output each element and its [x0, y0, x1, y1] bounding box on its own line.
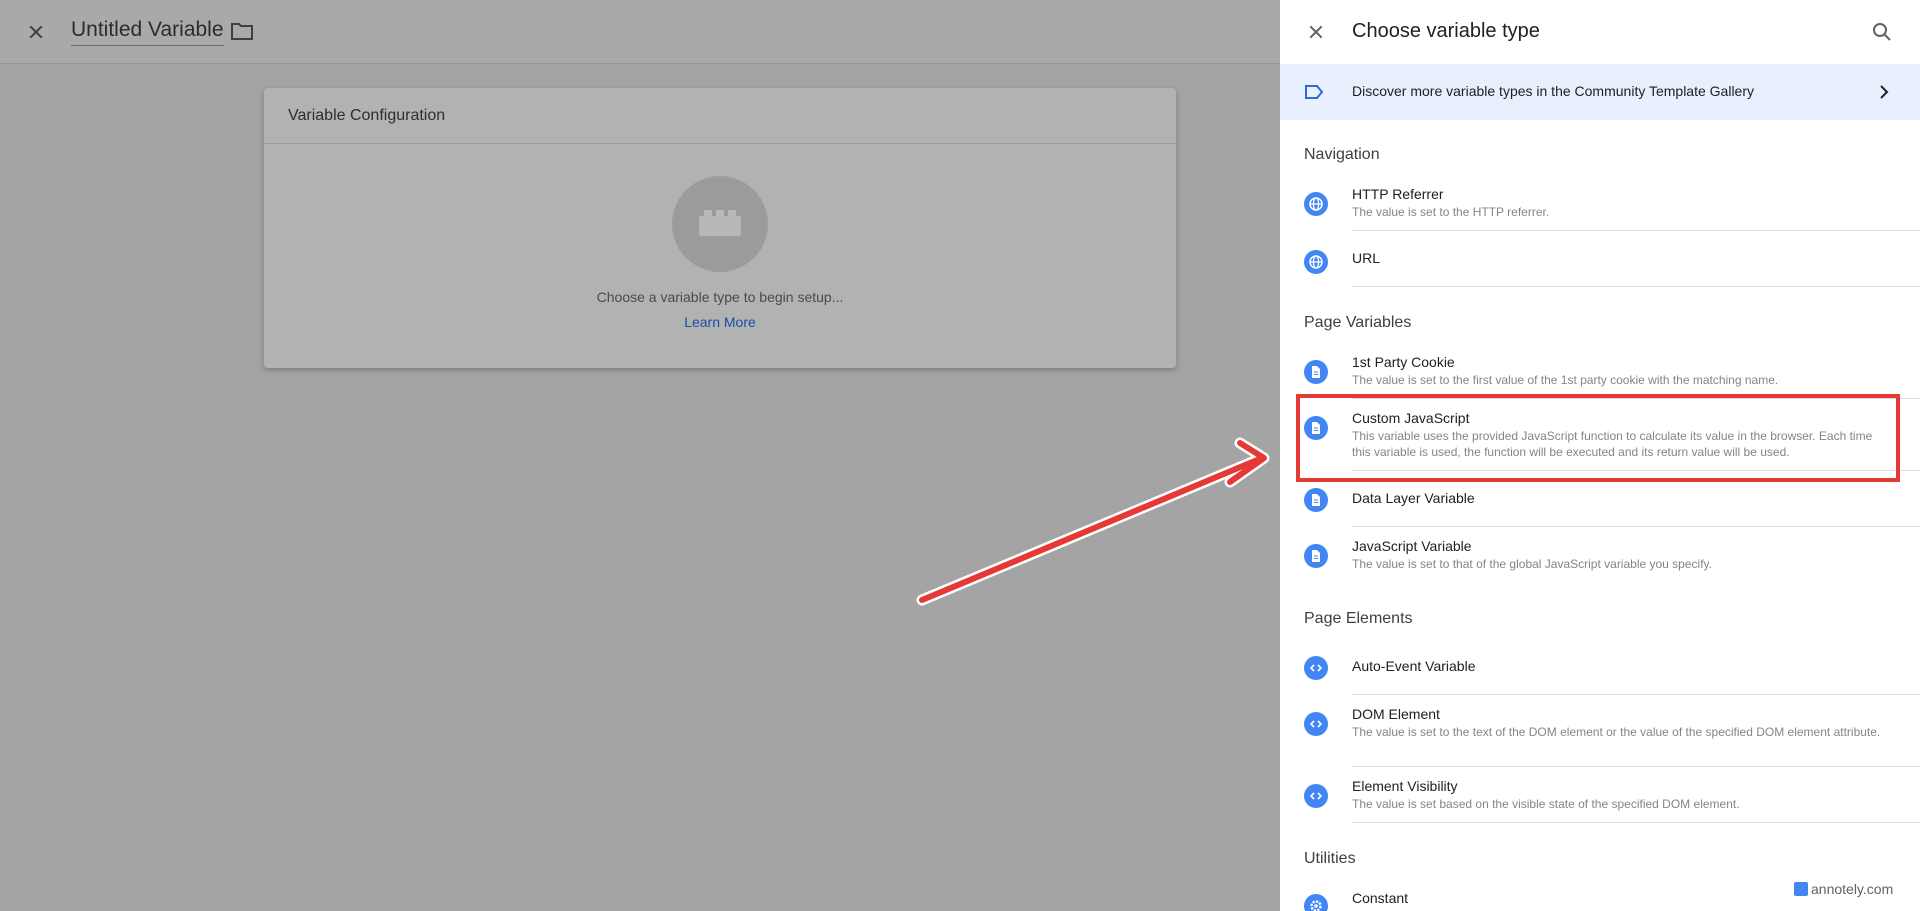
globe-icon — [1304, 250, 1328, 274]
divider — [1352, 526, 1920, 527]
editor-header: Untitled Variable — [0, 0, 1280, 64]
item-description: The value is set to the HTTP referrer. — [1352, 205, 1550, 219]
variable-editor: Untitled Variable Variable Configuration… — [0, 0, 1280, 911]
divider — [1352, 694, 1920, 695]
document-icon — [1304, 488, 1328, 512]
item-name: 1st Party Cookie — [1352, 354, 1455, 370]
variable-type-http-referrer[interactable]: HTTP Referrer The value is set to the HT… — [1280, 180, 1920, 232]
variable-type-javascript-variable[interactable]: JavaScript Variable The value is set to … — [1280, 532, 1920, 584]
item-description: The value is set based on the visible st… — [1352, 797, 1740, 811]
choose-variable-type-panel: Choose variable type Discover more varia… — [1280, 0, 1920, 911]
card-title: Variable Configuration — [264, 88, 1176, 144]
variable-title[interactable]: Untitled Variable — [71, 18, 224, 46]
item-name: Custom JavaScript — [1352, 410, 1470, 426]
chevron-right-icon — [1880, 85, 1889, 99]
divider — [1352, 470, 1920, 471]
variable-type-auto-event-variable[interactable]: Auto-Event Variable — [1280, 654, 1920, 698]
watermark: annotely.com — [1794, 881, 1893, 897]
item-description: The value is set to that of the global J… — [1352, 557, 1712, 571]
variable-configuration-card[interactable]: Variable Configuration Choose a variable… — [264, 88, 1176, 368]
annotely-logo-icon — [1794, 882, 1808, 896]
item-name: Element Visibility — [1352, 778, 1458, 794]
document-icon — [1304, 416, 1328, 440]
panel-header: Choose variable type — [1280, 0, 1920, 64]
code-icon — [1304, 712, 1328, 736]
divider — [1352, 286, 1920, 287]
search-icon[interactable] — [1872, 22, 1892, 42]
globe-icon — [1304, 192, 1328, 216]
panel-title: Choose variable type — [1352, 20, 1540, 42]
variable-type-custom-javascript[interactable]: Custom JavaScript This variable uses the… — [1280, 404, 1920, 476]
watermark-text: annotely.com — [1811, 881, 1894, 897]
item-name: HTTP Referrer — [1352, 186, 1444, 202]
brick-icon — [699, 210, 741, 236]
variable-type-placeholder[interactable] — [672, 176, 768, 272]
code-icon — [1304, 784, 1328, 808]
variable-type-data-layer-variable[interactable]: Data Layer Variable — [1280, 486, 1920, 530]
divider — [1352, 398, 1920, 399]
divider — [1352, 766, 1920, 767]
variable-type-url[interactable]: URL — [1280, 240, 1920, 288]
code-icon — [1304, 656, 1328, 680]
item-name: Auto-Event Variable — [1352, 658, 1476, 674]
document-icon — [1304, 360, 1328, 384]
variable-type-1st-party-cookie[interactable]: 1st Party Cookie The value is set to the… — [1280, 348, 1920, 400]
folder-icon[interactable] — [231, 22, 253, 40]
item-name: Data Layer Variable — [1352, 490, 1475, 506]
divider — [1352, 230, 1920, 231]
gear-icon — [1304, 894, 1328, 911]
divider — [1352, 822, 1920, 823]
community-gallery-banner[interactable]: Discover more variable types in the Comm… — [1280, 64, 1920, 120]
section-navigation: Navigation — [1304, 146, 1380, 163]
item-description: The value is set to the first value of t… — [1352, 373, 1779, 387]
section-page-variables: Page Variables — [1304, 314, 1412, 331]
setup-hint: Choose a variable type to begin setup... — [596, 289, 844, 305]
learn-more-link[interactable]: Learn More — [264, 314, 1176, 330]
close-editor-icon[interactable] — [24, 20, 48, 44]
item-name: JavaScript Variable — [1352, 538, 1472, 554]
close-panel-icon[interactable] — [1304, 20, 1328, 44]
section-utilities: Utilities — [1304, 850, 1356, 867]
item-description: This variable uses the provided JavaScri… — [1352, 429, 1873, 459]
item-name: URL — [1352, 250, 1381, 266]
document-icon — [1304, 544, 1328, 568]
item-name: DOM Element — [1352, 706, 1440, 722]
community-gallery-text: Discover more variable types in the Comm… — [1352, 83, 1755, 99]
item-name: Constant — [1352, 890, 1409, 906]
item-description: The value is set to the text of the DOM … — [1352, 725, 1881, 739]
tag-icon — [1305, 85, 1324, 99]
section-page-elements: Page Elements — [1304, 610, 1413, 627]
variable-type-element-visibility[interactable]: Element Visibility The value is set base… — [1280, 772, 1920, 824]
variable-type-dom-element[interactable]: DOM Element The value is set to the text… — [1280, 700, 1920, 767]
